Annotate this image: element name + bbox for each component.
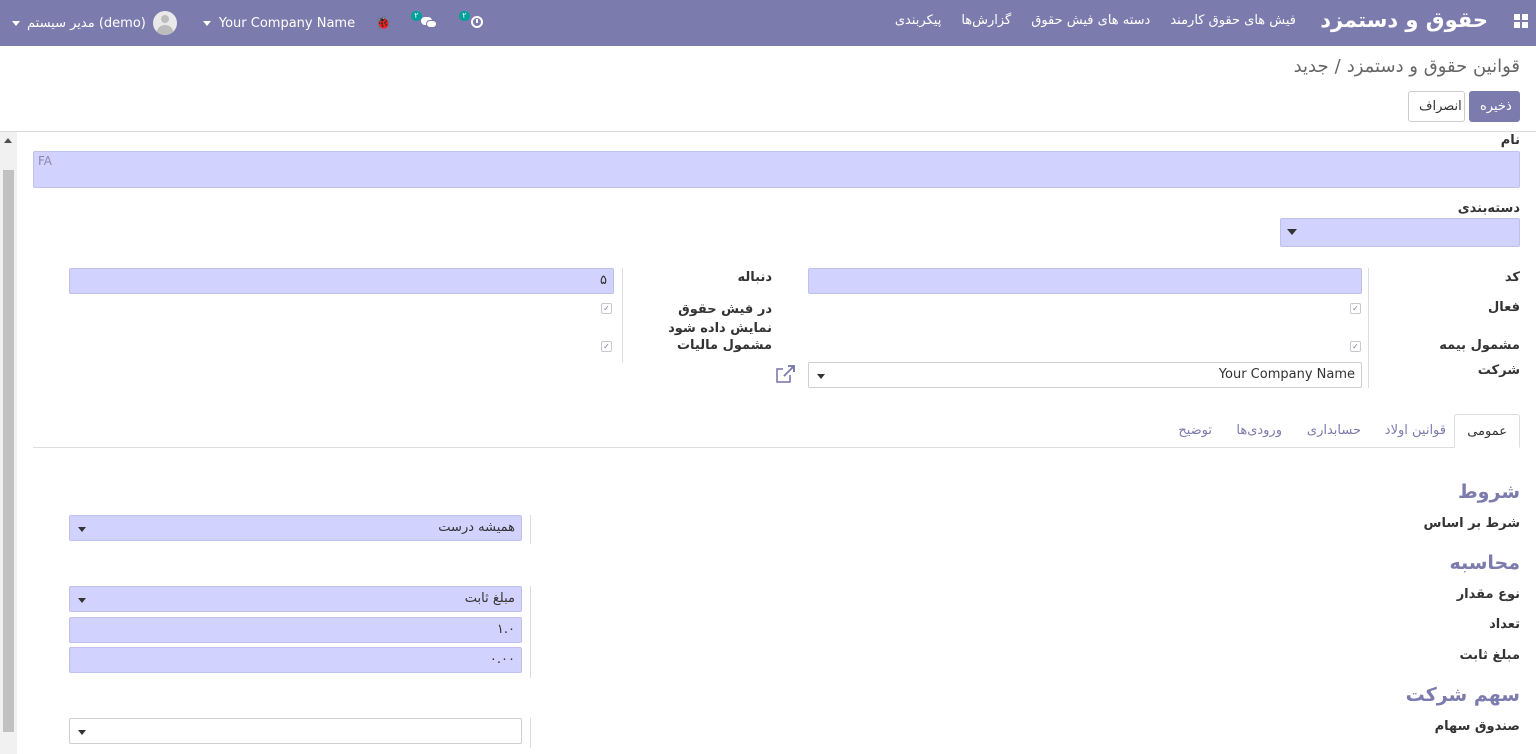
discard-button[interactable]: انصراف	[1408, 91, 1465, 122]
condition-label: شرط بر اساس	[1423, 516, 1520, 531]
company-switcher[interactable]: Your Company Name	[202, 15, 356, 31]
avatar	[152, 11, 177, 35]
sequence-input[interactable]: ۵	[69, 268, 614, 294]
fund-select[interactable]	[69, 718, 522, 744]
fixed-amount-label: مبلغ ثابت	[1459, 648, 1520, 663]
company-name: Your Company Name	[218, 15, 356, 31]
code-label: کد	[1504, 270, 1520, 285]
tabs-divider	[33, 447, 1520, 448]
systray: مدیر سیستم (demo) Your Company Name 🐞 ۲ …	[12, 0, 485, 46]
column-separator	[530, 515, 531, 544]
main-menu: فیش های حقوق کارمند دسته های فیش حقوق گز…	[895, 13, 1296, 28]
computation-title: محاسبه	[1449, 552, 1520, 574]
external-link-icon[interactable]	[776, 365, 796, 383]
scrollbar[interactable]	[0, 132, 17, 754]
amount-type-select[interactable]: مبلغ ثابت	[69, 586, 522, 612]
condition-select[interactable]: همیشه درست	[69, 515, 522, 541]
app-title[interactable]: حقوق و دستمزد	[1320, 8, 1488, 32]
user-name: مدیر سیستم (demo)	[27, 15, 146, 31]
breadcrumb: قوانین حقوق و دستمزد /جدید	[1294, 56, 1520, 77]
taxable-checkbox[interactable]: ✓	[601, 341, 612, 352]
name-label: نام	[1500, 133, 1520, 148]
chevron-down-icon	[1287, 229, 1297, 235]
control-panel-divider	[0, 131, 1536, 132]
tab-child-rules[interactable]: قوانین اولاد	[1385, 414, 1446, 448]
tab-general[interactable]: عمومی	[1454, 414, 1520, 448]
chevron-down-icon	[78, 730, 86, 735]
chevron-down-icon	[12, 20, 20, 26]
top-navbar: حقوق و دستمزد فیش های حقوق کارمند دسته ه…	[0, 0, 1536, 46]
scroll-thumb[interactable]	[3, 170, 14, 732]
category-label: دسته‌بندی	[1457, 201, 1520, 216]
chevron-down-icon	[78, 598, 86, 603]
tab-accounting[interactable]: حسابداری	[1307, 414, 1361, 448]
bug-icon[interactable]: 🐞	[375, 16, 391, 31]
save-button[interactable]: ذخیره	[1469, 91, 1520, 122]
amount-type-value: مبلغ ثابت	[464, 591, 515, 606]
amount-type-label: نوع مقدار	[1456, 587, 1520, 602]
name-input[interactable]: FA	[33, 151, 1520, 188]
user-menu[interactable]: مدیر سیستم (demo)	[12, 11, 177, 35]
activities-count-badge: ۲	[459, 11, 470, 21]
menu-configuration[interactable]: پیکربندی	[895, 13, 941, 28]
activities-clock-icon[interactable]: ۲	[459, 11, 485, 31]
messages-count-badge: ۲	[411, 11, 422, 21]
appears-on-payslip-label: در فیش حقوق نمایش داده شود	[668, 302, 772, 336]
code-input[interactable]	[808, 268, 1362, 294]
condition-value: همیشه درست	[438, 520, 515, 535]
insurance-label: مشمول بیمه	[1439, 338, 1520, 353]
fixed-amount-input[interactable]: ۰.۰۰	[69, 647, 522, 673]
company-label: شرکت	[1477, 363, 1520, 378]
sequence-label: دنباله	[737, 270, 772, 285]
conditions-title: شروط	[1457, 481, 1520, 503]
column-separator	[1368, 268, 1369, 388]
breadcrumb-separator: /	[1334, 56, 1341, 77]
insurance-checkbox[interactable]: ✓	[1350, 341, 1361, 352]
category-select[interactable]	[1280, 218, 1520, 247]
fund-label: صندوق سهام	[1434, 719, 1520, 734]
column-separator	[622, 268, 623, 362]
name-value: FA	[38, 154, 53, 168]
quantity-input[interactable]: ۱.۰	[69, 617, 522, 643]
tab-inputs[interactable]: ورودی‌ها	[1236, 414, 1282, 448]
menu-payslip-batches[interactable]: دسته های فیش حقوق	[1031, 13, 1150, 28]
company-value: Your Company Name	[1218, 367, 1355, 382]
breadcrumb-current: جدید	[1293, 56, 1329, 77]
chevron-down-icon	[78, 527, 86, 532]
messages-icon[interactable]: ۲	[411, 11, 439, 31]
taxable-label: مشمول مالیات	[676, 338, 772, 353]
menu-employee-payslips[interactable]: فیش های حقوق کارمند	[1170, 13, 1296, 28]
company-select[interactable]: Your Company Name	[808, 362, 1362, 388]
breadcrumb-parent[interactable]: قوانین حقوق و دستمزد	[1347, 56, 1520, 77]
column-separator	[530, 586, 531, 678]
chevron-down-icon	[202, 20, 211, 26]
apps-menu-icon[interactable]	[1514, 14, 1528, 28]
column-separator	[530, 718, 531, 748]
active-label: فعال	[1487, 300, 1520, 315]
chevron-down-icon	[817, 374, 825, 379]
appears-on-payslip-checkbox[interactable]: ✓	[601, 303, 612, 314]
scroll-up-icon[interactable]	[4, 138, 12, 143]
tab-description[interactable]: توضیح	[1178, 414, 1212, 448]
company-contribution-title: سهم شرکت	[1405, 684, 1520, 706]
menu-reports[interactable]: گزارش‌ها	[961, 13, 1011, 28]
quantity-label: تعداد	[1489, 617, 1520, 632]
active-checkbox[interactable]: ✓	[1350, 303, 1361, 314]
